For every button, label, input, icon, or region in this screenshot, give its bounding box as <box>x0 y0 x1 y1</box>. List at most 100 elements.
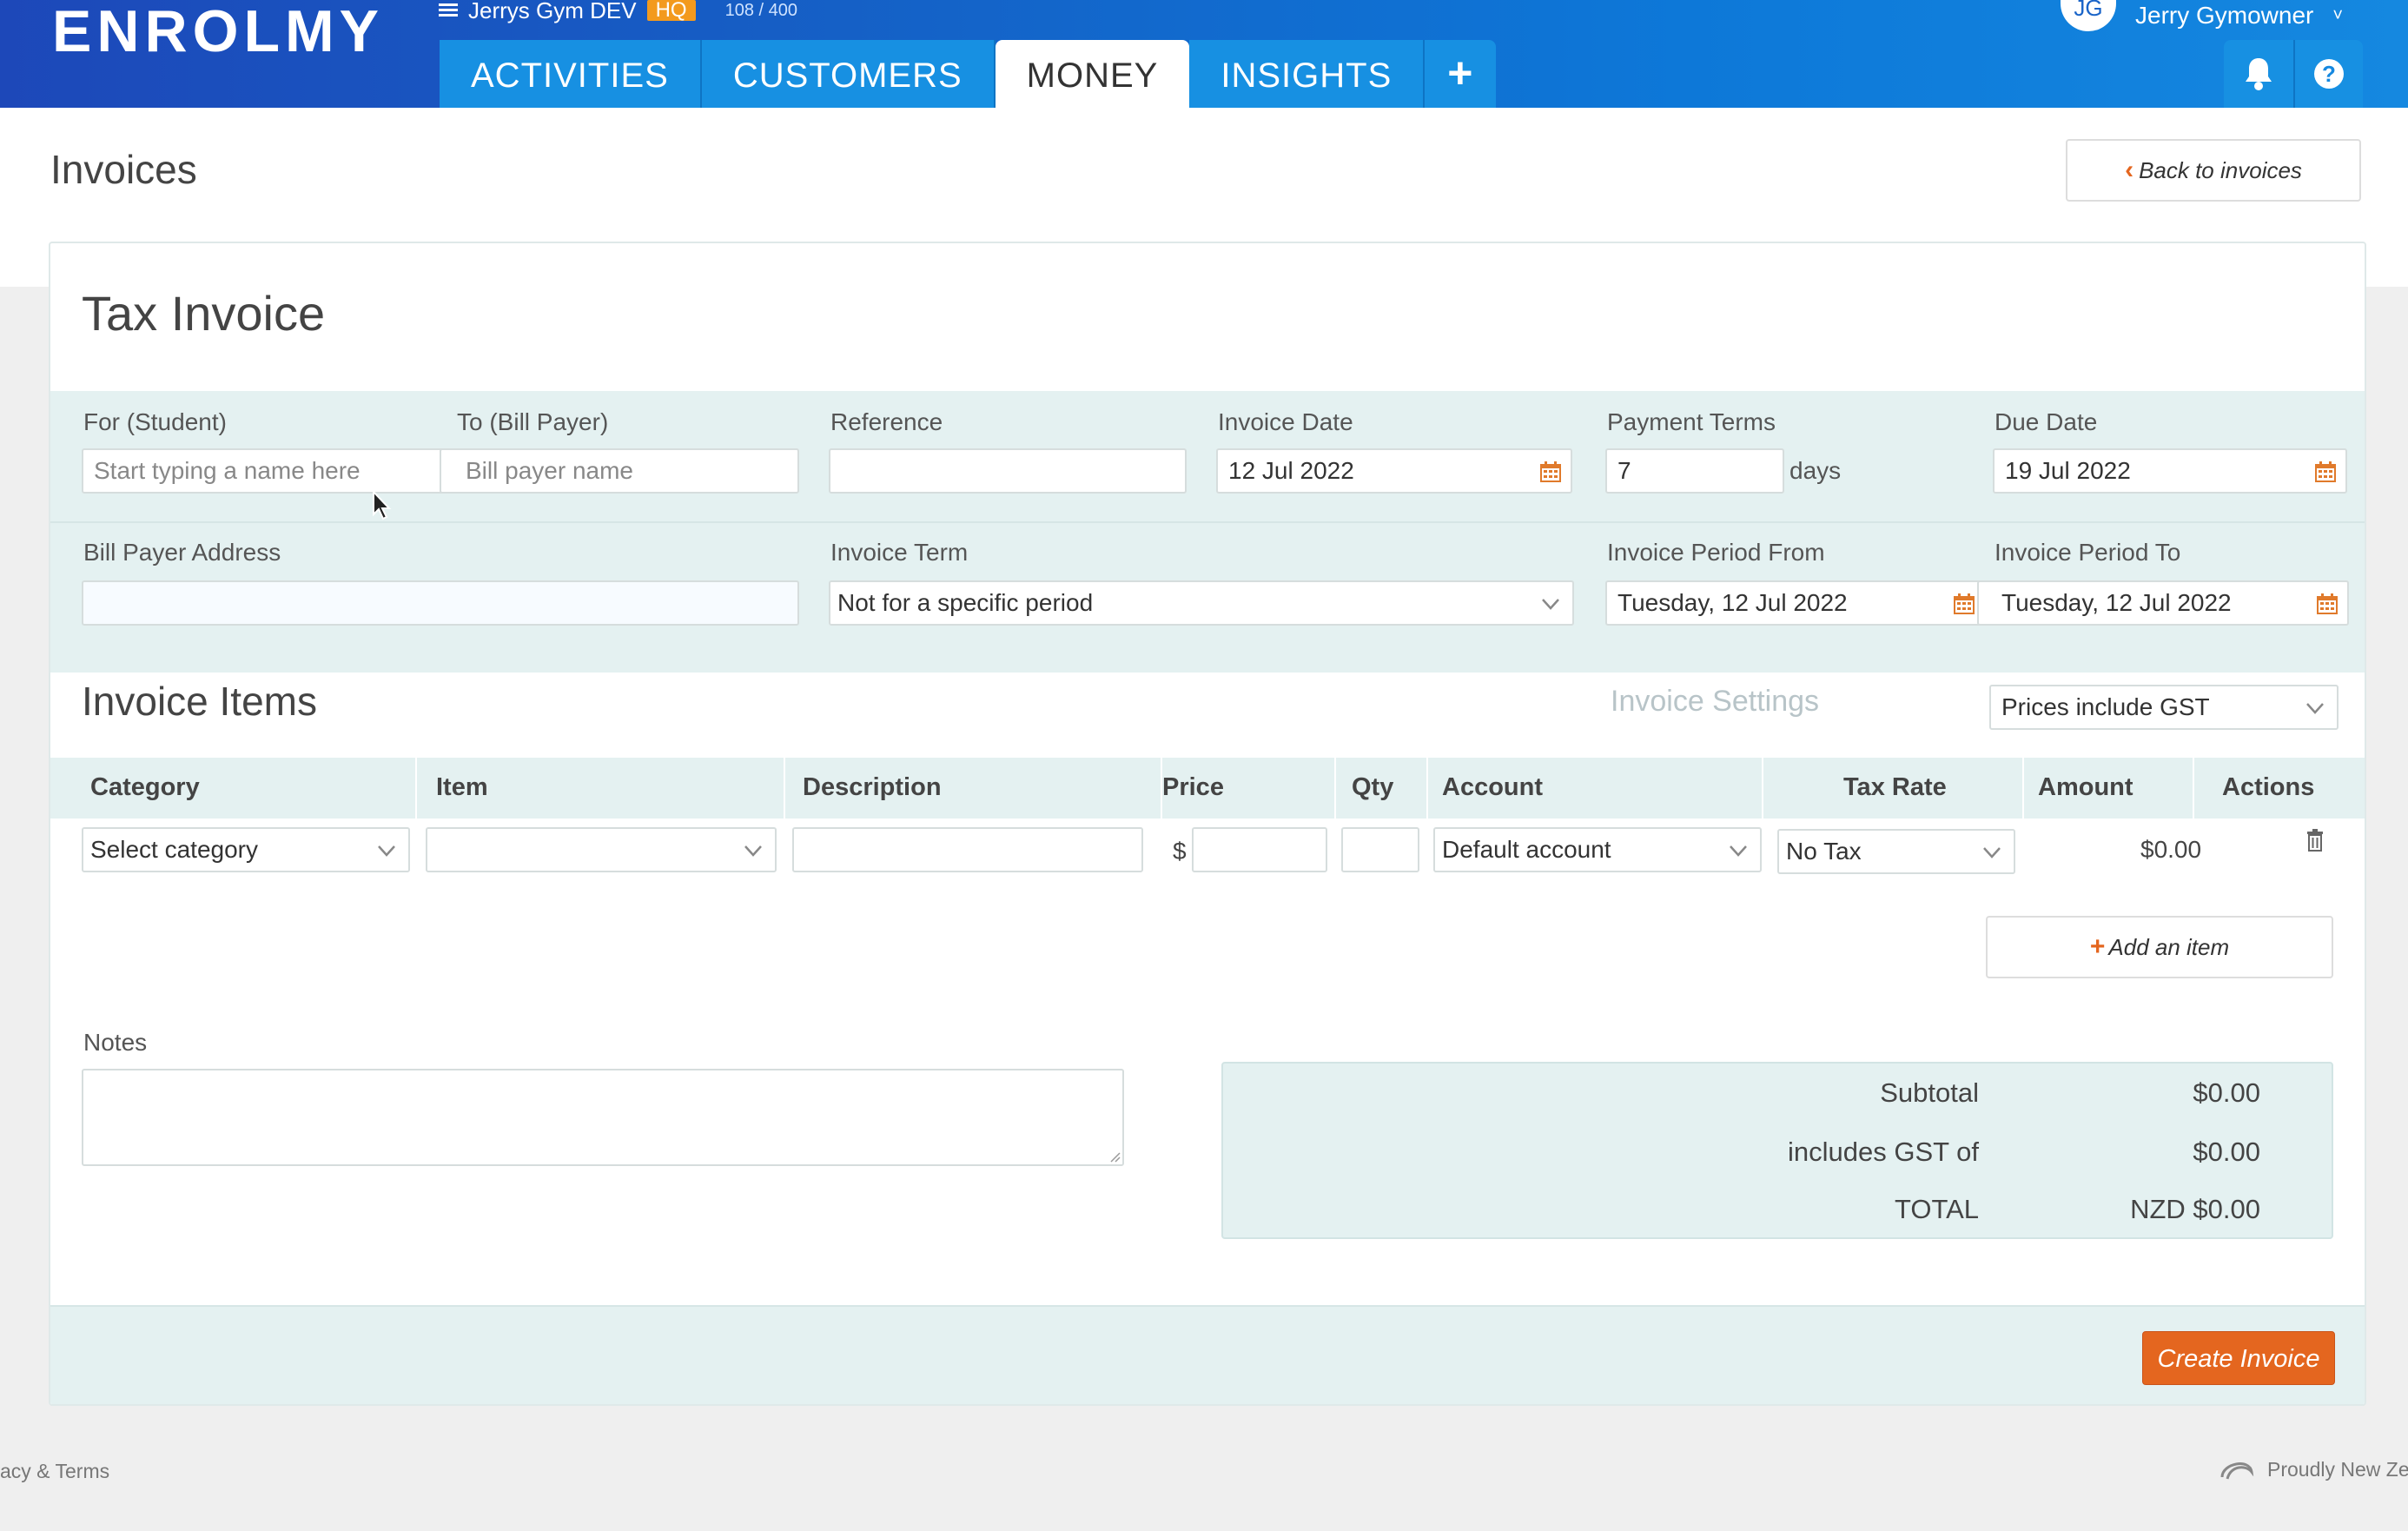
calendar-icon[interactable] <box>2316 593 2339 615</box>
notes-textarea[interactable] <box>82 1069 1124 1166</box>
fern-icon <box>2220 1462 2254 1480</box>
bill-payer-address-input[interactable] <box>82 580 799 626</box>
due-date-input[interactable]: 19 Jul 2022 <box>1993 448 2347 494</box>
back-label: Back to invoices <box>2139 156 2302 183</box>
tab-money[interactable]: MONEY <box>995 40 1190 108</box>
items-table-header: Category Item Description Price Qty Acco… <box>50 758 2365 819</box>
currency-symbol: $ <box>1173 838 1187 865</box>
help-icon: ? <box>2314 59 2344 89</box>
help-button[interactable]: ? <box>2293 40 2363 108</box>
invoice-details-band: For (Student) Start typing a name here T… <box>50 391 2365 673</box>
bill-payer-input[interactable]: Bill payer name <box>440 448 799 494</box>
gst-mode-select[interactable]: Prices include GST <box>1989 685 2339 730</box>
subtotal-value: $0.00 <box>2193 1077 2260 1108</box>
days-label: days <box>1789 457 1842 484</box>
payment-terms-input[interactable]: 7 <box>1605 448 1784 494</box>
chevron-down-icon <box>1983 847 2001 858</box>
description-input[interactable] <box>792 827 1143 872</box>
account-select[interactable]: Default account <box>1433 827 1762 872</box>
gym-name: Jerrys Gym DEV <box>468 0 637 23</box>
add-item-label: Add an item <box>2108 933 2230 960</box>
band-divider <box>50 521 2365 523</box>
chevron-down-icon <box>1730 845 1747 857</box>
col-divider <box>1334 758 1336 819</box>
add-tab-button[interactable]: + <box>1425 40 1497 108</box>
page-title: Invoices <box>50 147 197 192</box>
due-date-value: 19 Jul 2022 <box>2005 457 2131 484</box>
for-student-label: For (Student) <box>83 408 227 435</box>
user-name: Jerry Gymowner <box>2135 2 2314 29</box>
trash-icon[interactable] <box>2305 829 2325 852</box>
invoice-date-input[interactable]: 12 Jul 2022 <box>1216 448 1572 494</box>
account-value: Default account <box>1442 836 1611 863</box>
invoice-settings-link[interactable]: Invoice Settings <box>1611 685 1819 719</box>
calendar-icon[interactable] <box>1953 593 1975 615</box>
hq-badge: HQ <box>646 0 696 21</box>
notifications-button[interactable] <box>2224 40 2293 108</box>
invoice-term-select[interactable]: Not for a specific period <box>829 580 1574 626</box>
col-divider <box>1762 758 1763 819</box>
invoice-date-label: Invoice Date <box>1218 408 1353 435</box>
plus-icon: + <box>2089 932 2106 961</box>
add-item-button[interactable]: + Add an item <box>1986 916 2333 978</box>
col-divider <box>784 758 785 819</box>
item-select[interactable] <box>426 827 777 872</box>
invoice-items-title: Invoice Items <box>82 679 317 724</box>
qty-input[interactable] <box>1341 827 1419 872</box>
back-to-invoices-button[interactable]: ‹ Back to invoices <box>2066 139 2361 202</box>
col-amount: Amount <box>2038 773 2133 801</box>
mouse-cursor-icon <box>373 490 392 520</box>
total-label: TOTAL <box>1894 1194 1979 1224</box>
period-to-input[interactable]: Tuesday, 12 Jul 2022 <box>1977 580 2349 626</box>
gym-switcher[interactable]: Jerrys Gym DEV HQ 108 / 400 <box>439 0 797 23</box>
invoice-card: Tax Invoice For (Student) Start typing a… <box>49 242 2366 1406</box>
tab-activities[interactable]: ACTIVITIES <box>440 40 702 108</box>
tagline-text: Proudly New Ze <box>2267 1457 2408 1481</box>
col-divider <box>415 758 417 819</box>
price-input[interactable] <box>1192 827 1327 872</box>
invoice-term-value: Not for a specific period <box>837 589 1094 616</box>
gst-label: includes GST of <box>1788 1137 1979 1167</box>
invoice-title: Tax Invoice <box>82 286 326 341</box>
col-divider <box>1426 758 1428 819</box>
avatar: JG <box>2061 0 2116 31</box>
reference-input[interactable] <box>829 448 1187 494</box>
bill-payer-label: To (Bill Payer) <box>457 408 609 435</box>
menu-icon[interactable] <box>439 3 458 17</box>
col-category: Category <box>90 773 200 801</box>
resize-handle-icon[interactable] <box>1108 1150 1121 1163</box>
enrolmy-logo[interactable]: ENROLMY <box>52 2 384 61</box>
top-header: ENROLMY Jerrys Gym DEV HQ 108 / 400 ACTI… <box>0 0 2408 108</box>
tab-insights[interactable]: INSIGHTS <box>1189 40 1426 108</box>
chevron-down-icon <box>378 845 395 857</box>
bill-payer-address-label: Bill Payer Address <box>83 539 281 566</box>
period-from-input[interactable]: Tuesday, 12 Jul 2022 <box>1605 580 1986 626</box>
category-select[interactable]: Select category <box>82 827 410 872</box>
reference-label: Reference <box>830 408 943 435</box>
gst-value: $0.00 <box>2193 1137 2260 1167</box>
privacy-terms-link[interactable]: acy & Terms <box>0 1460 109 1483</box>
tax-rate-value: No Tax <box>1786 838 1862 865</box>
member-count: 108 / 400 <box>724 1 797 20</box>
card-footer: Create Invoice <box>50 1305 2365 1404</box>
total-value: NZD $0.00 <box>2130 1194 2260 1224</box>
period-to-value: Tuesday, 12 Jul 2022 <box>2001 589 2232 616</box>
totals-panel: Subtotal $0.00 includes GST of $0.00 TOT… <box>1221 1062 2333 1239</box>
category-value: Select category <box>90 836 258 863</box>
footer-tagline: Proudly New Ze <box>2219 1456 2408 1482</box>
user-menu[interactable]: JG Jerry Gymowner ˅ <box>2061 0 2343 31</box>
period-to-label: Invoice Period To <box>1995 539 2181 566</box>
create-invoice-button[interactable]: Create Invoice <box>2142 1331 2335 1385</box>
tab-customers[interactable]: CUSTOMERS <box>701 40 996 108</box>
invoice-date-value: 12 Jul 2022 <box>1228 457 1354 484</box>
calendar-icon[interactable] <box>1539 461 1562 483</box>
col-account: Account <box>1442 773 1543 801</box>
tax-rate-select[interactable]: No Tax <box>1777 829 2015 874</box>
for-student-input[interactable]: Start typing a name here <box>82 448 457 494</box>
col-price: Price <box>1162 773 1224 801</box>
due-date-label: Due Date <box>1995 408 2098 435</box>
payment-terms-label: Payment Terms <box>1607 408 1776 435</box>
period-from-value: Tuesday, 12 Jul 2022 <box>1617 589 1848 616</box>
calendar-icon[interactable] <box>2314 461 2337 483</box>
col-divider <box>2022 758 2024 819</box>
